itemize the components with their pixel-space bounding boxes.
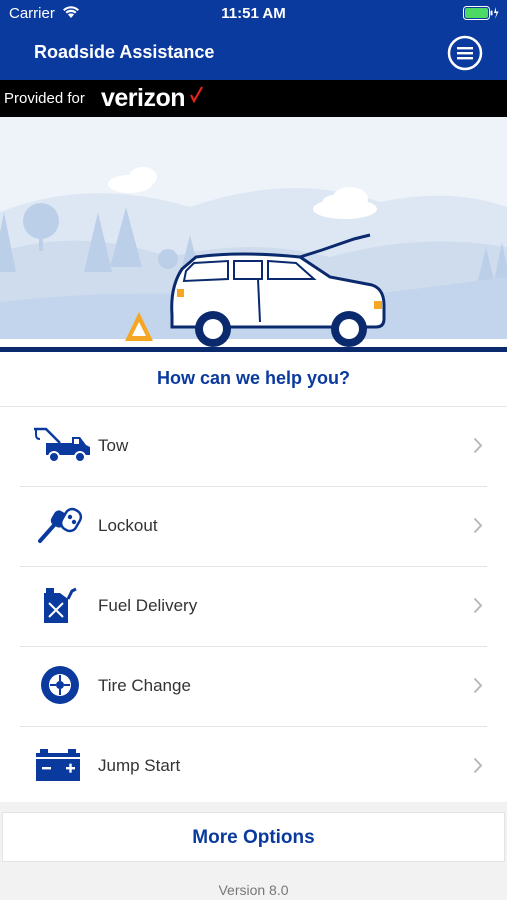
battery-icon <box>463 6 499 24</box>
service-list: Tow Lockout Fuel Delivery Tire Change Ju… <box>0 406 507 806</box>
service-item-tow[interactable]: Tow <box>0 406 507 486</box>
verizon-logo: verizon <box>101 84 186 112</box>
app-header: Carrier 11:51 AM Roadside Assistance <box>0 0 507 80</box>
chevron-right-icon <box>473 437 483 459</box>
chevron-right-icon <box>473 757 483 779</box>
provider-bar: Provided for verizon <box>0 80 507 117</box>
service-item-lockout[interactable]: Lockout <box>20 486 487 566</box>
chevron-right-icon <box>473 677 483 699</box>
car-key-icon <box>32 505 88 545</box>
hamburger-menu-icon[interactable] <box>447 35 483 71</box>
battery-icon <box>32 745 88 785</box>
app-title: Roadside Assistance <box>34 42 215 62</box>
tow-truck-icon <box>32 425 90 465</box>
service-label-lockout: Lockout <box>98 516 158 535</box>
service-label-fuel-delivery: Fuel Delivery <box>98 596 198 615</box>
service-label-tire-change: Tire Change <box>98 676 191 695</box>
chevron-right-icon <box>473 517 483 539</box>
provided-for-label: Provided for <box>4 90 85 107</box>
service-item-fuel-delivery[interactable]: Fuel Delivery <box>20 566 487 646</box>
fuel-can-icon <box>32 585 88 625</box>
version-label: Version 8.0 <box>218 882 289 898</box>
verizon-check-icon <box>190 86 204 109</box>
tire-icon <box>32 665 88 705</box>
chevron-right-icon <box>473 597 483 619</box>
more-options-button[interactable]: More Options <box>2 812 505 862</box>
service-item-tire-change[interactable]: Tire Change <box>20 646 487 726</box>
service-item-jump-start[interactable]: Jump Start <box>20 726 487 806</box>
service-label-tow: Tow <box>98 436 129 455</box>
hero-illustration <box>0 117 507 352</box>
status-bar: Carrier 11:51 AM <box>0 0 507 28</box>
clock: 11:51 AM <box>221 5 286 22</box>
help-question: How can we help you? <box>156 368 351 388</box>
service-label-jump-start: Jump Start <box>98 756 181 775</box>
